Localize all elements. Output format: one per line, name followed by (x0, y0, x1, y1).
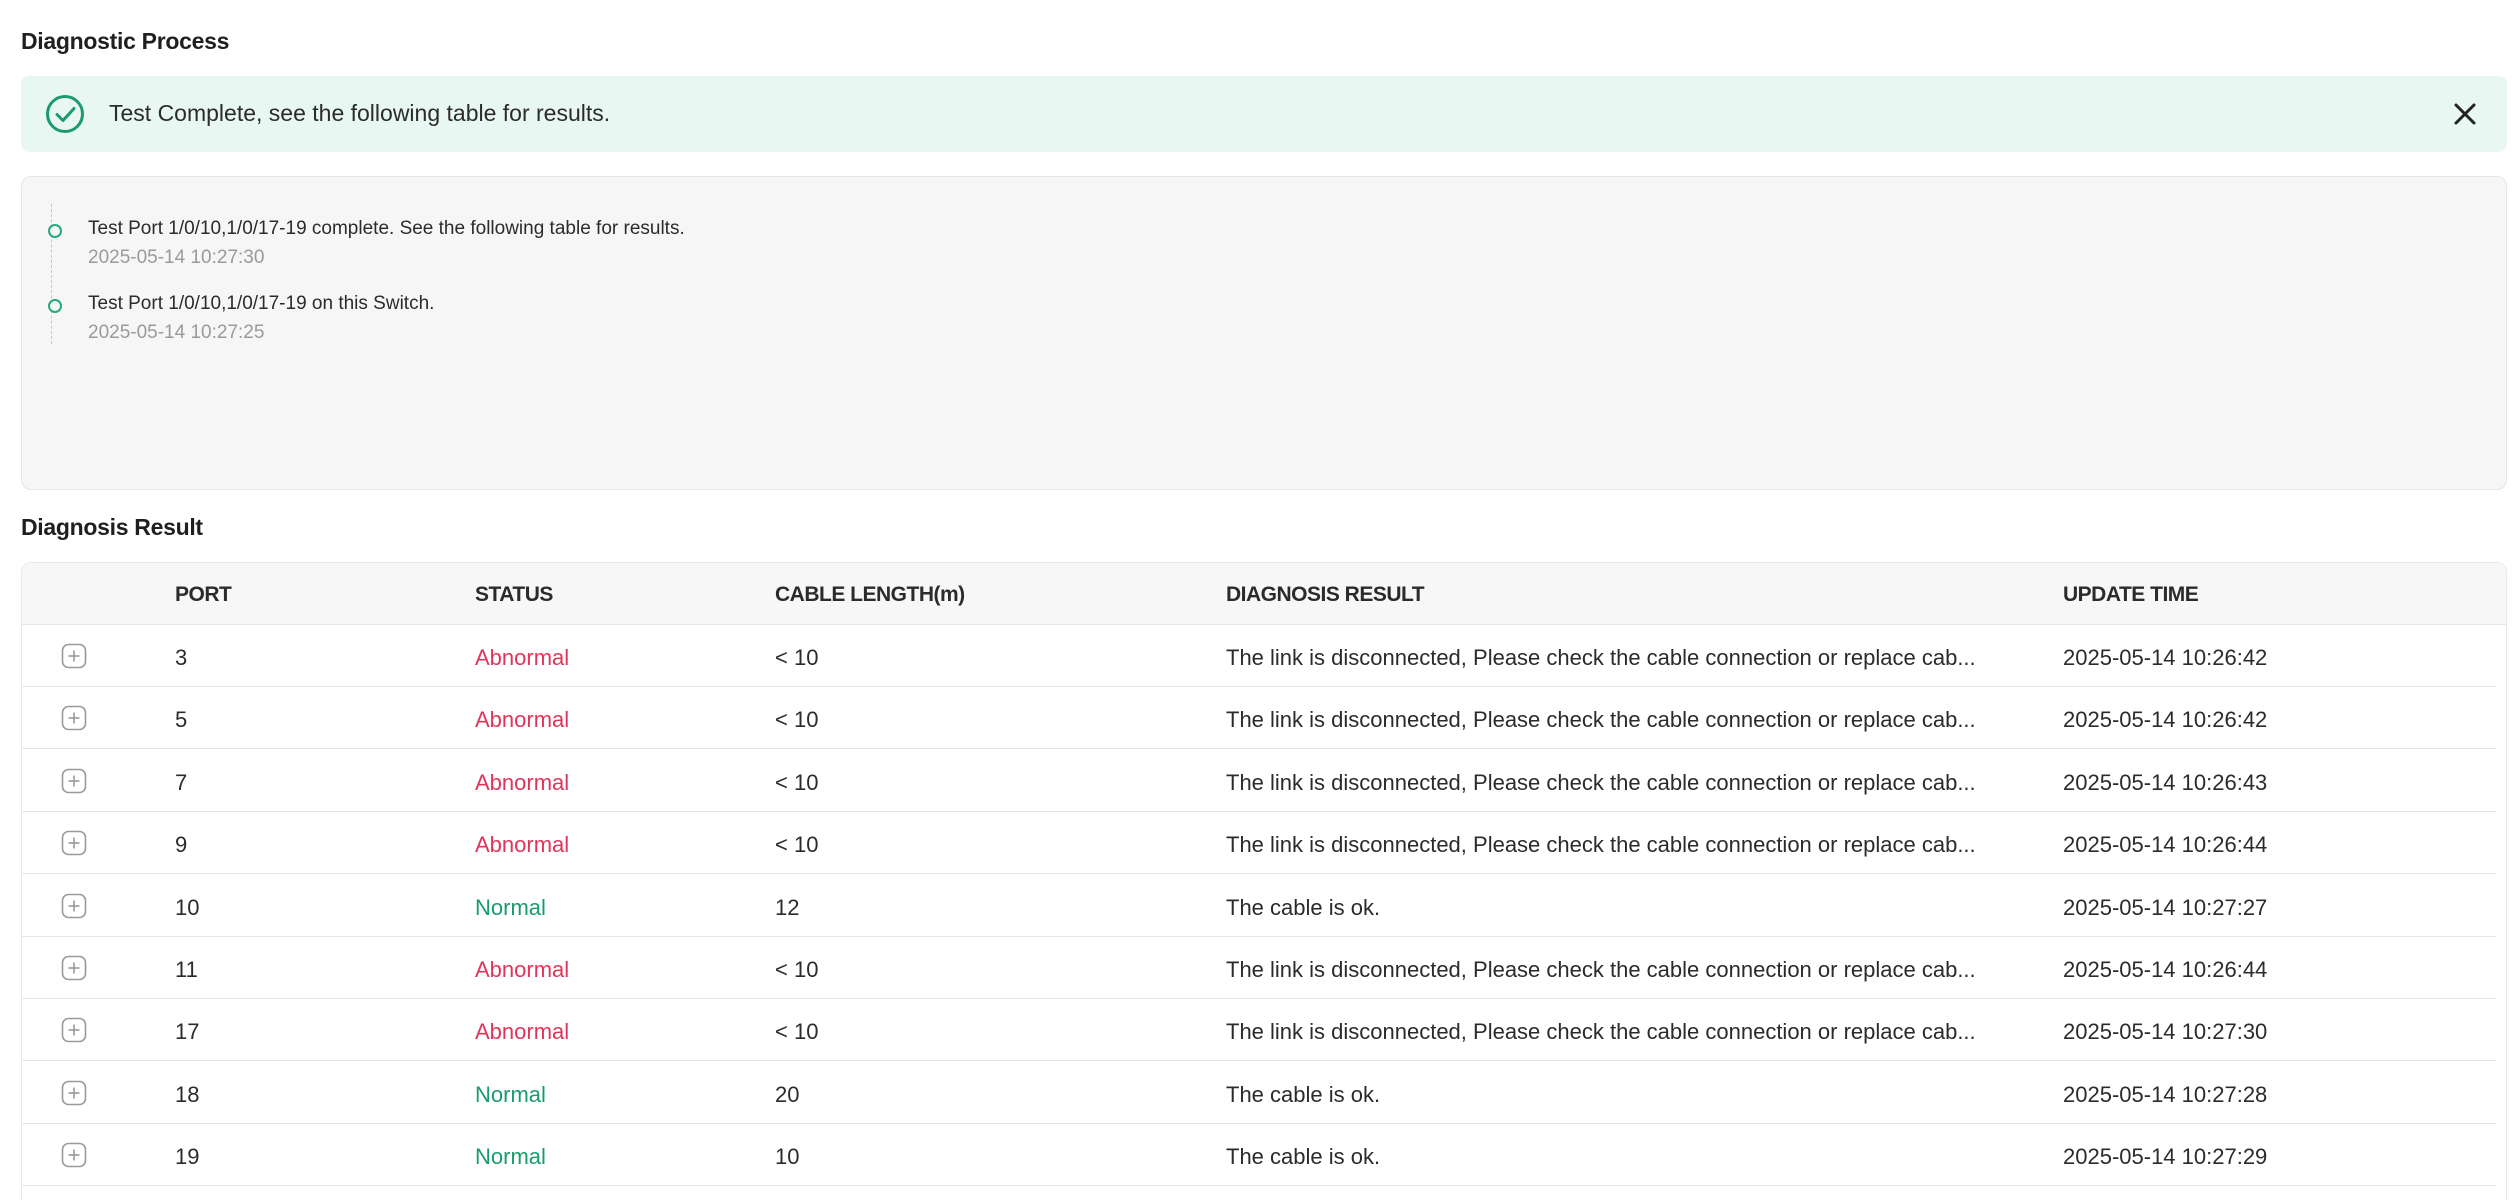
expand-row-icon[interactable] (61, 830, 87, 856)
port-cell: 10 (175, 894, 200, 920)
port-cell: 5 (175, 707, 188, 733)
diagnosis-cell: The cable is ok. (1226, 1081, 1381, 1107)
update-time-cell: 2025-05-14 10:26:42 (2063, 645, 2268, 670)
status-cell: Abnormal (475, 769, 570, 795)
expand-row-icon[interactable] (61, 955, 87, 981)
expand-row-icon[interactable] (61, 1080, 87, 1106)
table-header: PORT STATUS CABLE LENGTH(m) DIAGNOSIS RE… (22, 563, 2506, 625)
expand-row-icon[interactable] (61, 1142, 87, 1168)
column-header-status[interactable]: STATUS (475, 583, 553, 607)
status-cell: Normal (475, 1081, 546, 1107)
diagnosis-cell: The cable is ok. (1226, 894, 1381, 920)
table-row[interactable]: 9 Abnormal < 10 The link is disconnected, P… (22, 812, 2496, 875)
column-header-update-time[interactable]: UPDATE TIME (2063, 583, 2199, 607)
log-timestamp: 2025-05-14 10:27:30 (88, 247, 265, 268)
port-cell: 19 (175, 1144, 200, 1170)
diagnosis-cell: The link is disconnected, Please check t… (1226, 1019, 1976, 1045)
diagnosis-cell: The link is disconnected, Please check t… (1226, 832, 1976, 858)
expand-row-icon[interactable] (61, 705, 87, 731)
status-cell: Abnormal (475, 1019, 570, 1045)
status-cell: Normal (475, 894, 546, 920)
log-timestamp: 2025-05-14 10:27:25 (88, 322, 265, 343)
update-time-cell: 2025-05-14 10:26:43 (2063, 769, 2268, 795)
expand-row-icon[interactable] (61, 643, 87, 669)
diagnosis-cell: The link is disconnected, Please check t… (1226, 645, 1976, 670)
diagnosis-cell: The link is disconnected, Please check t… (1226, 769, 1976, 795)
table-row[interactable]: 18 Normal 20 The cable is ok. 2025-05-14 10:… (22, 1062, 2496, 1124)
timeline-dot (48, 299, 62, 313)
column-header-cable-length[interactable]: CABLE LENGTH(m) (775, 583, 965, 607)
table-row[interactable]: 5 Abnormal < 10 The link is disconnected, P… (22, 687, 2496, 750)
cable-length-cell: 12 (775, 894, 800, 920)
status-cell: Abnormal (475, 832, 570, 858)
cable-length-cell: 10 (775, 1144, 800, 1170)
update-time-cell: 2025-05-14 10:26:42 (2063, 707, 2268, 733)
diagnosis-cell: The link is disconnected, Please check t… (1226, 707, 1976, 733)
diagnosis-cell: The link is disconnected, Please check t… (1226, 957, 1976, 982)
update-time-cell: 2025-05-14 10:26:44 (2063, 957, 2268, 982)
diagnostic-process-title: Diagnostic Process (21, 28, 230, 54)
port-cell: 11 (175, 957, 198, 982)
column-header-port[interactable]: PORT (175, 583, 232, 607)
diagnosis-cell: The cable is ok. (1226, 1144, 1381, 1170)
check-circle-icon (46, 95, 84, 133)
expand-row-icon[interactable] (61, 768, 87, 794)
diagnosis-result-title: Diagnosis Result (21, 514, 203, 540)
port-cell: 3 (175, 645, 188, 670)
update-time-cell: 2025-05-14 10:27:27 (2063, 894, 2268, 920)
table-row[interactable]: 10 Normal 12 The cable is ok. 2025-05-14 10:… (22, 875, 2496, 937)
diagnostic-log: Test Port 1/0/10,1/0/17-19 complete. See… (21, 176, 2507, 490)
cable-length-cell: 20 (775, 1081, 800, 1107)
banner-message: Test Complete, see the following table f… (109, 100, 611, 126)
table-row[interactable]: 3 Abnormal < 10 The link is disconnected, P… (22, 625, 2496, 687)
update-time-cell: 2025-05-14 10:27:28 (2063, 1081, 2268, 1107)
timeline-dot (48, 224, 62, 238)
port-cell: 18 (175, 1081, 200, 1107)
close-icon[interactable] (2447, 96, 2483, 132)
table-row[interactable]: 7 Abnormal < 10 The link is disconnected, P… (22, 750, 2496, 812)
success-banner: Test Complete, see the following table f… (21, 76, 2507, 152)
cable-length-cell: < 10 (775, 1019, 819, 1045)
table-row[interactable]: 17 Abnormal < 10 The link is disconnected, … (22, 999, 2496, 1062)
port-cell: 9 (175, 832, 188, 858)
cable-length-cell: < 10 (775, 957, 819, 982)
update-time-cell: 2025-05-14 10:27:29 (2063, 1144, 2268, 1170)
column-header-diagnosis[interactable]: DIAGNOSIS RESULT (1226, 583, 1425, 607)
port-cell: 17 (175, 1019, 200, 1045)
cable-length-cell: < 10 (775, 707, 819, 733)
results-table: PORT STATUS CABLE LENGTH(m) DIAGNOSIS RE… (21, 562, 2507, 1200)
cable-length-cell: < 10 (775, 832, 819, 858)
port-cell: 7 (175, 769, 188, 795)
update-time-cell: 2025-05-14 10:27:30 (2063, 1019, 2268, 1045)
status-cell: Abnormal (475, 957, 570, 982)
cable-length-cell: < 10 (775, 645, 819, 670)
cable-length-cell: < 10 (775, 769, 819, 795)
table-row[interactable]: 11 Abnormal < 10 The link is disconnected, … (22, 937, 2496, 999)
status-cell: Normal (475, 1144, 546, 1170)
log-message: Test Port 1/0/10,1/0/17-19 on this Switc… (88, 293, 435, 314)
status-cell: Abnormal (475, 645, 570, 670)
log-message: Test Port 1/0/10,1/0/17-19 complete. See… (88, 218, 685, 239)
table-row[interactable]: 19 Normal 10 The cable is ok. 2025-05-14 10:… (22, 1124, 2496, 1187)
update-time-cell: 2025-05-14 10:26:44 (2063, 832, 2268, 858)
status-cell: Abnormal (475, 707, 570, 733)
expand-row-icon[interactable] (61, 893, 87, 919)
expand-row-icon[interactable] (61, 1017, 87, 1043)
